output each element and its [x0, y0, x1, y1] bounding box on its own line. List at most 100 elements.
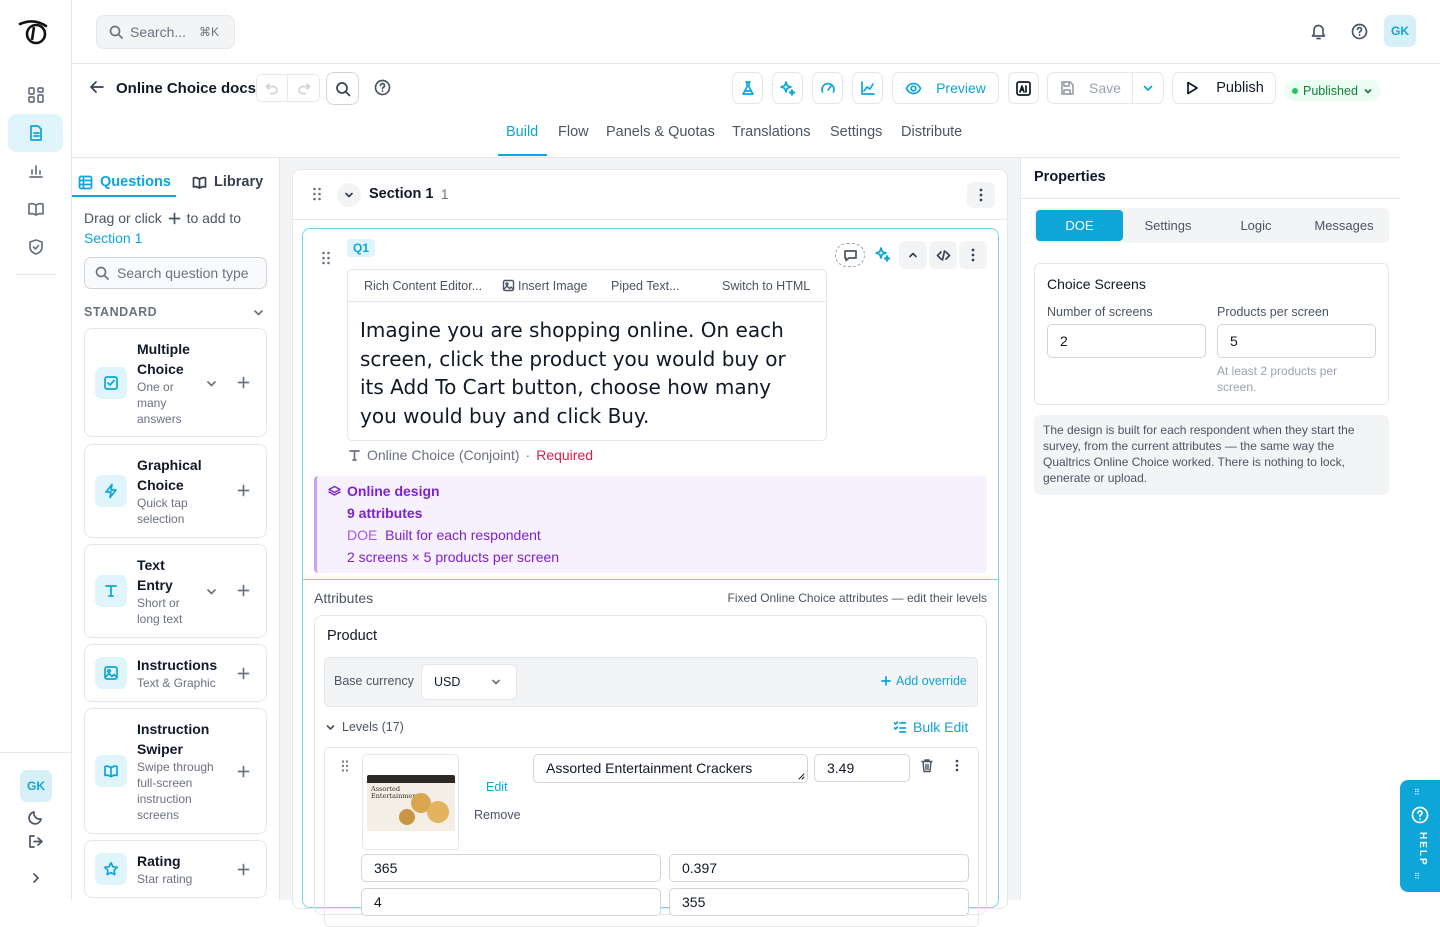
product-image[interactable]: Assorted Entertainment — [362, 754, 459, 850]
add-override-button[interactable]: Add override — [881, 674, 967, 688]
add-plus-icon[interactable] — [237, 765, 250, 778]
prop-tab-logic[interactable]: Logic — [1213, 210, 1299, 241]
section-divider — [293, 219, 1007, 220]
ai-sparkles-icon[interactable] — [874, 246, 891, 263]
level-field-3[interactable]: 4 — [361, 888, 661, 916]
required-label[interactable]: Required — [536, 447, 593, 463]
question-type-instructions[interactable]: Instructions Text & Graphic — [84, 644, 267, 702]
level-drag-handle-icon[interactable] — [340, 759, 350, 773]
profile-avatar[interactable]: GK — [1384, 15, 1416, 47]
prop-tab-messages[interactable]: Messages — [1301, 210, 1387, 241]
chart-icon[interactable] — [852, 72, 883, 104]
tab-library[interactable]: Library — [192, 168, 263, 196]
level-more-icon[interactable] — [955, 759, 959, 772]
section-collapse-chevron-icon[interactable] — [337, 183, 361, 207]
question-type-search[interactable]: Search question type — [84, 257, 267, 289]
bell-icon[interactable] — [1309, 22, 1328, 41]
tab-questions[interactable]: Questions — [78, 168, 171, 196]
prop-tab-settings[interactable]: Settings — [1125, 210, 1211, 241]
tab-distribute[interactable]: Distribute — [901, 124, 962, 140]
image-edit-link[interactable]: Edit — [486, 780, 508, 794]
question-type-multiple-choice[interactable]: Multiple Choice One or many answers — [84, 328, 267, 437]
levels-toggle[interactable]: Levels (17) — [325, 720, 404, 734]
tab-settings[interactable]: Settings — [830, 124, 882, 140]
help-widget[interactable]: ⠿ HELP ⠿ — [1400, 780, 1440, 892]
hint-target-section[interactable]: Section 1 — [84, 230, 142, 246]
drag-handle-icon[interactable] — [311, 186, 323, 202]
back-arrow-icon[interactable] — [88, 78, 106, 96]
question-card[interactable]: Q1 Rich Content Editor... Insert Image P… — [302, 228, 999, 927]
search-survey-icon[interactable] — [326, 72, 359, 105]
help-icon[interactable] — [1351, 23, 1368, 40]
tab-flow[interactable]: Flow — [558, 124, 589, 140]
book-icon — [95, 755, 127, 787]
insert-image-button[interactable]: Insert Image — [518, 279, 587, 293]
sparkles-icon[interactable] — [772, 72, 803, 104]
add-plus-icon[interactable] — [237, 584, 250, 597]
survey-help-icon[interactable] — [374, 79, 391, 96]
undo-icon[interactable] — [257, 75, 288, 101]
section-title[interactable]: Section 1 — [369, 186, 433, 202]
rich-content-editor-button[interactable]: Rich Content Editor... — [364, 279, 482, 293]
question-type-rating[interactable]: Rating Star rating — [84, 840, 267, 898]
piped-text-button[interactable]: Piped Text... — [611, 279, 680, 293]
tab-panels-quotas[interactable]: Panels & Quotas — [606, 124, 715, 140]
level-price-input[interactable]: 3.49 — [814, 754, 910, 782]
survey-title[interactable]: Online Choice docs — [116, 80, 256, 97]
level-field-1[interactable]: 365 — [361, 854, 661, 882]
save-options-chevron-icon[interactable] — [1132, 72, 1164, 104]
question-type-graphical-choice[interactable]: Graphical Choice Quick tap selection — [84, 444, 267, 538]
app-logo[interactable] — [18, 18, 50, 46]
prop-tab-doe[interactable]: DOE — [1036, 210, 1123, 241]
ai-image-icon[interactable] — [1008, 72, 1039, 104]
code-icon[interactable] — [929, 241, 957, 269]
gauge-icon[interactable] — [812, 72, 843, 104]
level-name-input[interactable]: Assorted Entertainment Crackers — [533, 754, 808, 783]
number-of-screens-input[interactable]: 2 — [1047, 324, 1206, 358]
question-text[interactable]: Imagine you are shopping online. On each… — [360, 316, 800, 430]
add-plus-icon[interactable] — [237, 484, 250, 497]
logout-icon[interactable] — [27, 833, 44, 850]
chevron-down-icon[interactable] — [205, 377, 218, 390]
redo-icon[interactable] — [288, 75, 319, 101]
resize-handle-icon[interactable] — [797, 772, 805, 780]
bulk-edit-button[interactable]: Bulk Edit — [893, 719, 968, 735]
moon-icon[interactable] — [27, 809, 44, 826]
trash-icon[interactable] — [920, 758, 934, 773]
dashboard-icon[interactable] — [8, 76, 63, 114]
analytics-icon[interactable] — [8, 152, 63, 190]
tab-build[interactable]: Build — [506, 124, 538, 140]
question-text-editor[interactable]: Rich Content Editor... Insert Image Pipe… — [347, 269, 827, 441]
add-plus-icon[interactable] — [237, 863, 250, 876]
add-plus-icon[interactable] — [237, 667, 250, 680]
expand-chevron-icon[interactable] — [28, 870, 44, 886]
shield-icon[interactable] — [8, 228, 63, 266]
group-collapse-chevron-icon[interactable] — [252, 306, 265, 319]
question-more-icon[interactable] — [959, 241, 987, 269]
currency-select[interactable]: USD — [421, 664, 517, 700]
add-plus-icon[interactable] — [237, 376, 250, 389]
chevron-down-icon[interactable] — [205, 585, 218, 598]
level-field-2[interactable]: 0.397 — [669, 854, 969, 882]
surveys-icon[interactable] — [8, 114, 63, 152]
section-more-icon[interactable] — [967, 182, 995, 208]
library-icon[interactable] — [8, 190, 63, 228]
level-row: Assorted Entertainment Edit Remove Assor… — [324, 747, 979, 927]
image-remove-link[interactable]: Remove — [474, 808, 521, 822]
user-avatar[interactable]: GK — [20, 770, 52, 802]
tab-translations[interactable]: Translations — [732, 124, 810, 140]
switch-to-html-button[interactable]: Switch to HTML — [722, 279, 810, 293]
preview-button[interactable]: Preview — [892, 72, 999, 104]
question-drag-handle-icon[interactable] — [320, 250, 332, 266]
flask-icon[interactable] — [732, 72, 763, 104]
save-button[interactable]: Save — [1047, 72, 1133, 104]
publish-button[interactable]: Publish — [1172, 72, 1276, 104]
status-badge[interactable]: Published — [1284, 80, 1381, 101]
question-type-text-entry[interactable]: Text Entry Short or long text — [84, 544, 267, 638]
level-field-4[interactable]: 355 — [669, 888, 969, 916]
collapse-up-icon[interactable] — [899, 241, 927, 269]
comment-icon[interactable] — [835, 243, 865, 267]
global-search[interactable]: Search... ⌘K — [96, 15, 235, 49]
question-type-instruction-swiper[interactable]: Instruction Swiper Swipe through full-sc… — [84, 708, 267, 834]
products-per-screen-input[interactable]: 5 — [1217, 324, 1376, 358]
